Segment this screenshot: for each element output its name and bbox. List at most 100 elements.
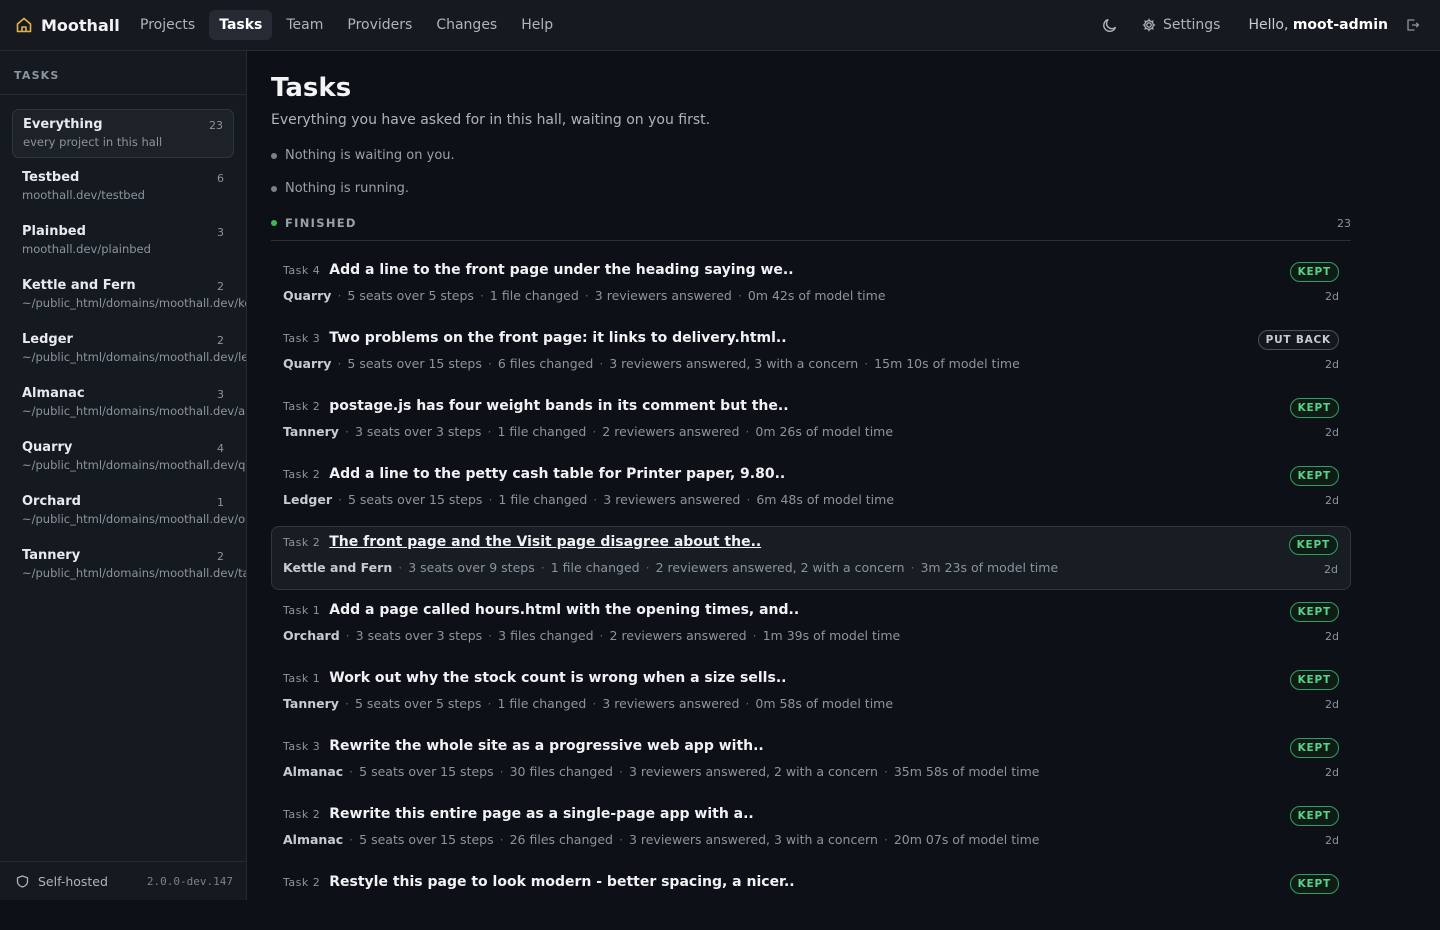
- sidebar-item-plainbed[interactable]: Plainbed moothall.dev/plainbed 3: [12, 217, 234, 266]
- task-row[interactable]: Task 2 The front page and the Visit page …: [271, 526, 1351, 590]
- gear-icon: [1142, 18, 1156, 32]
- project-task-count: 6: [217, 172, 224, 185]
- sidebar-item-testbed[interactable]: Testbed moothall.dev/testbed 6: [12, 163, 234, 212]
- meta-separator: ·: [349, 832, 354, 847]
- task-meta-item: 5 seats over 15 steps: [347, 492, 483, 507]
- project-path: moothall.dev/testbed: [22, 188, 145, 202]
- section-divider: [271, 240, 1351, 241]
- task-title[interactable]: Rewrite the whole site as a progressive …: [329, 738, 764, 754]
- sidebar-item-almanac[interactable]: Almanac ~/public_html/domains/moothall.de…: [12, 379, 246, 428]
- task-title[interactable]: Restyle this page to look modern - bette…: [329, 874, 794, 890]
- status-badge: KEPT: [1289, 398, 1339, 418]
- task-meta-item: 0m 58s of model time: [755, 696, 894, 711]
- nav-projects[interactable]: Projects: [130, 10, 205, 40]
- sidebar-item-kettle-and-fern[interactable]: Kettle and Fern ~/public_html/domains/moo…: [12, 271, 246, 320]
- task-project: Tannery: [283, 696, 339, 711]
- task-meta: Orchard · 3 seats over 3 steps · 3 files cha…: [283, 628, 1339, 643]
- task-title[interactable]: Add a line to the front page under the h…: [329, 262, 793, 278]
- task-meta-item: 5 seats over 5 steps: [347, 288, 474, 303]
- project-name: Testbed: [22, 170, 80, 185]
- meta-separator: ·: [645, 560, 650, 575]
- moon-icon[interactable]: [1102, 17, 1118, 33]
- meta-separator: ·: [599, 628, 604, 643]
- task-meta-item: 5 seats over 15 steps: [359, 832, 494, 847]
- nav-team[interactable]: Team: [276, 10, 333, 40]
- task-title[interactable]: The front page and the Visit page disagr…: [329, 534, 761, 550]
- task-title[interactable]: Two problems on the front page: it links…: [329, 330, 786, 346]
- task-title[interactable]: Rewrite this entire page as a single-pag…: [329, 806, 754, 822]
- task-project: Orchard: [283, 628, 340, 643]
- task-row[interactable]: Task 1 Work out why the stock count is wr…: [271, 662, 1351, 726]
- sidebar-item-ledger[interactable]: Ledger ~/public_html/domains/moothall.dev…: [12, 325, 246, 374]
- finished-dot: [271, 220, 277, 226]
- meta-separator: ·: [745, 424, 750, 439]
- meta-separator: ·: [398, 560, 403, 575]
- home-icon: [15, 16, 33, 34]
- task-meta-item: 3 files changed: [498, 628, 594, 643]
- task-row[interactable]: Task 1 Add a page called hours.html with …: [271, 594, 1351, 658]
- task-meta-item: 6 files changed: [497, 356, 594, 371]
- running-status: Nothing is running.: [271, 181, 1351, 196]
- task-meta-item: 2 reviewers answered: [609, 628, 747, 643]
- settings-button[interactable]: Settings: [1142, 17, 1220, 33]
- sidebar-item-everything[interactable]: Everything every project in this hall 23: [12, 109, 234, 158]
- task-heading: Task 1 Add a page called hours.html with …: [283, 602, 1339, 618]
- task-heading: Task 2 postage.js has four weight bands i…: [283, 398, 1339, 414]
- status-badge: KEPT: [1289, 466, 1339, 486]
- task-heading: Task 2 Restyle this page to look modern -…: [283, 874, 1339, 890]
- brand-name: Moothall: [41, 15, 120, 35]
- task-meta-item: 5 seats over 15 steps: [359, 764, 494, 779]
- sidebar-item-tannery[interactable]: Tannery ~/public_html/domains/moothall.de…: [12, 541, 246, 590]
- task-title[interactable]: postage.js has four weight bands in its …: [329, 398, 788, 414]
- project-task-count: 1: [217, 496, 224, 509]
- task-number: Task 2: [283, 808, 321, 821]
- task-title[interactable]: Add a line to the petty cash table for P…: [329, 466, 785, 482]
- task-row[interactable]: Task 4 Add a line to the front page under…: [271, 254, 1351, 318]
- status-badge: KEPT: [1289, 602, 1339, 622]
- task-title[interactable]: Work out why the stock count is wrong wh…: [329, 670, 786, 686]
- task-title[interactable]: Add a page called hours.html with the op…: [329, 602, 799, 618]
- task-number: Task 1: [283, 604, 321, 617]
- nav-changes[interactable]: Changes: [426, 10, 507, 40]
- project-path: moothall.dev/plainbed: [22, 242, 151, 256]
- project-name: Quarry: [22, 440, 73, 455]
- meta-separator: ·: [864, 356, 869, 371]
- task-heading: Task 4 Add a line to the front page under…: [283, 262, 1339, 278]
- task-list: Task 4 Add a line to the front page under…: [271, 254, 1351, 930]
- nav-help[interactable]: Help: [511, 10, 563, 40]
- task-project: Quarry: [283, 288, 332, 303]
- task-project: Almanac: [283, 832, 344, 847]
- project-name: Orchard: [22, 494, 81, 509]
- task-row[interactable]: Task 2 postage.js has four weight bands i…: [271, 390, 1351, 454]
- task-project: Ledger: [283, 492, 332, 507]
- meta-separator: ·: [540, 560, 545, 575]
- sidebar-item-quarry[interactable]: Quarry ~/public_html/domains/moothall.dev…: [12, 433, 246, 482]
- project-name: Plainbed: [22, 224, 86, 239]
- meta-separator: ·: [488, 492, 493, 507]
- logout-icon[interactable]: [1406, 18, 1420, 32]
- project-task-count: 3: [217, 388, 224, 401]
- task-meta-item: 3 reviewers answered: [602, 696, 740, 711]
- task-meta-item: 2 reviewers answered: [602, 424, 740, 439]
- brand[interactable]: Moothall: [0, 16, 130, 35]
- project-path: ~/public_html/domains/moothall.dev/tanne…: [22, 566, 246, 580]
- status-dot: [271, 152, 277, 159]
- task-row[interactable]: Task 3 Two problems on the front page: it…: [271, 322, 1351, 386]
- task-number: Task 3: [283, 740, 321, 753]
- task-meta-item: 0m 42s of model time: [747, 288, 886, 303]
- task-row[interactable]: Task 3 Rewrite the whole site as a progre…: [271, 730, 1351, 794]
- meta-separator: ·: [345, 628, 350, 643]
- finished-count: 23: [1337, 216, 1351, 230]
- nav-tasks[interactable]: Tasks: [209, 10, 273, 40]
- task-meta-item: 3 reviewers answered, 2 with a concern: [628, 764, 878, 779]
- project-path: ~/public_html/domains/moothall.dev/kettl…: [22, 296, 247, 310]
- task-heading: Task 2 The front page and the Visit page …: [283, 534, 1339, 550]
- task-row[interactable]: Task 2 Add a line to the petty cash table…: [271, 458, 1351, 522]
- nav-providers[interactable]: Providers: [337, 10, 422, 40]
- task-age: 2d: [1325, 698, 1339, 711]
- project-path: ~/public_html/domains/moothall.dev/alman…: [22, 404, 246, 418]
- task-heading: Task 3 Two problems on the front page: it…: [283, 330, 1339, 346]
- sidebar-item-orchard[interactable]: Orchard ~/public_html/domains/moothall.de…: [12, 487, 246, 536]
- task-row[interactable]: Task 2 Restyle this page to look modern -…: [271, 866, 1351, 930]
- task-row[interactable]: Task 2 Rewrite this entire page as a sing…: [271, 798, 1351, 862]
